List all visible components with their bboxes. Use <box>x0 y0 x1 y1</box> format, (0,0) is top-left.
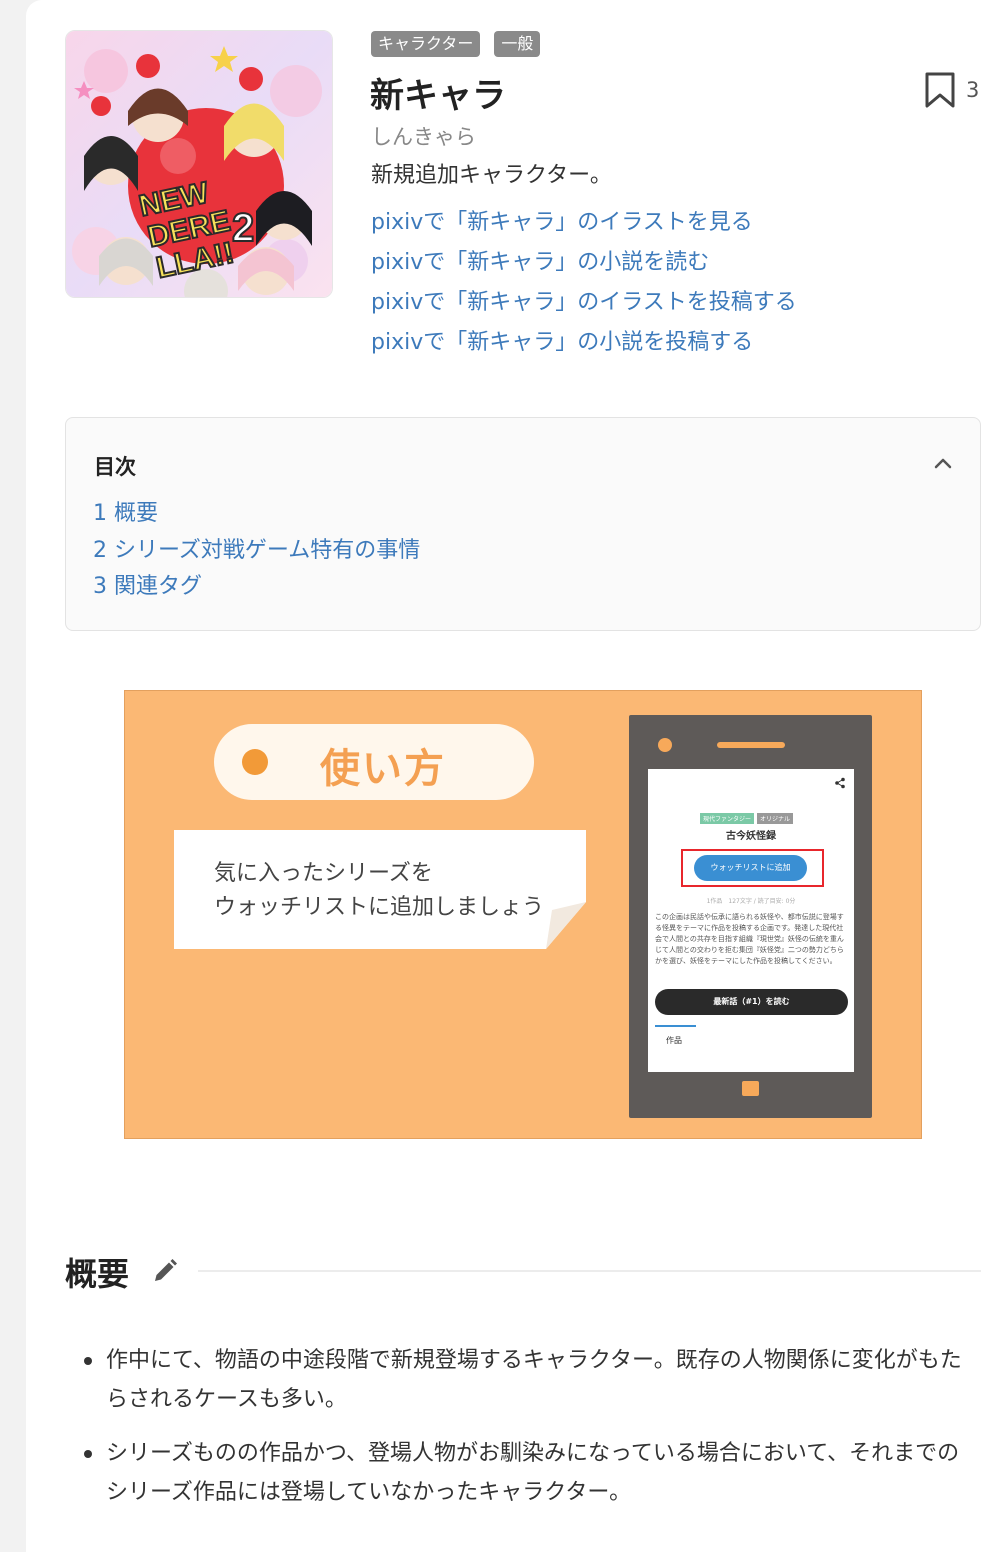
table-of-contents: 目次 1 概要 2 シリーズ対戦ゲーム特有の事情 3 関連タグ <box>65 417 981 631</box>
section-title-overview: 概要 <box>65 1255 130 1293</box>
share-icon <box>834 777 846 792</box>
how-to-banner[interactable]: 使い方 気に入ったシリーズを ウォッチリストに追加しましょう 現代ファンタジー … <box>124 690 922 1139</box>
article-page: NEW DERE LLA!! 2 キャラクター 一般 新キャラ しんきゃら 新規… <box>26 0 991 1552</box>
phone-meta: 1作品 127文字 / 読了目安: 0分 <box>706 898 796 905</box>
pencil-icon <box>155 1259 177 1281</box>
bookmark-button[interactable]: 3 <box>924 71 979 109</box>
phone-home-button <box>742 1081 759 1096</box>
phone-screen: 現代ファンタジー オリジナル 古今妖怪録 ウォッチリストに追加 1作品 127文… <box>648 769 854 1072</box>
toc-item-related-tags[interactable]: 3 関連タグ <box>93 569 420 606</box>
edit-section-button[interactable] <box>151 1257 179 1289</box>
link-post-illustration[interactable]: pixivで「新キャラ」のイラストを投稿する <box>371 283 797 323</box>
phone-mockup: 現代ファンタジー オリジナル 古今妖怪録 ウォッチリストに追加 1作品 127文… <box>629 715 872 1118</box>
list-item: 作中にて、物語の中途段階で新規登場するキャラクター。既存の人物関係に変化がもたら… <box>81 1341 971 1419</box>
phone-tab-underline <box>655 1025 696 1027</box>
phone-tags: 現代ファンタジー オリジナル <box>700 813 794 824</box>
bookmark-count: 3 <box>966 78 980 102</box>
instruction-card: 気に入ったシリーズを ウォッチリストに追加しましょう <box>174 830 586 949</box>
category-badges: キャラクター 一般 <box>371 31 541 57</box>
badge-character[interactable]: キャラクター <box>371 31 481 57</box>
title-reading: しんきゃら <box>371 125 476 149</box>
link-view-illustrations[interactable]: pixivで「新キャラ」のイラストを見る <box>371 203 797 243</box>
phone-works-tab: 作品 <box>666 1036 682 1045</box>
title-description: 新規追加キャラクター。 <box>371 163 612 188</box>
instruction-line-2: ウォッチリストに追加しましょう <box>214 895 545 920</box>
page-title: 新キャラ <box>370 76 506 116</box>
phone-watchlist-button: ウォッチリストに追加 <box>694 855 807 881</box>
toc-list: 1 概要 2 シリーズ対戦ゲーム特有の事情 3 関連タグ <box>93 496 420 606</box>
chevron-up-icon <box>934 458 952 469</box>
link-read-novels[interactable]: pixivで「新キャラ」の小説を読む <box>371 243 797 283</box>
badge-general[interactable]: 一般 <box>494 31 541 57</box>
instruction-line-1: 気に入ったシリーズを <box>214 861 433 886</box>
bookmark-icon <box>925 72 955 108</box>
toc-collapse-toggle[interactable] <box>934 454 952 473</box>
bullet-dot-icon <box>242 749 268 775</box>
overview-list: 作中にて、物語の中途段階で新規登場するキャラクター。既存の人物関係に変化がもたら… <box>81 1341 971 1527</box>
phone-read-latest-button: 最新話（#1）を読む <box>655 989 848 1015</box>
toc-item-overview[interactable]: 1 概要 <box>93 496 420 533</box>
phone-tag-genre: 現代ファンタジー <box>700 813 755 824</box>
instruction-text: 気に入ったシリーズを ウォッチリストに追加しましょう <box>214 857 544 925</box>
phone-series-title: 古今妖怪録 <box>726 831 776 842</box>
toc-title: 目次 <box>94 455 136 479</box>
thumbnail-image[interactable]: NEW DERE LLA!! 2 <box>65 30 333 298</box>
phone-camera <box>658 738 672 752</box>
thumbnail-art: NEW DERE LLA!! 2 <box>66 31 332 297</box>
section-divider <box>198 1270 981 1272</box>
pixiv-links: pixivで「新キャラ」のイラストを見る pixivで「新キャラ」の小説を読む … <box>371 203 797 363</box>
toc-item-series-game[interactable]: 2 シリーズ対戦ゲーム特有の事情 <box>93 533 420 570</box>
phone-description: この企画は民話や伝承に語られる妖怪や、都市伝説に登場する怪異をテーマに作品を投稿… <box>655 913 844 965</box>
list-item: シリーズものの作品かつ、登場人物がお馴染みになっている場合において、それまでのシ… <box>81 1434 971 1512</box>
svg-text:2: 2 <box>232 206 254 250</box>
link-post-novel[interactable]: pixivで「新キャラ」の小説を投稿する <box>371 323 797 363</box>
how-to-pill: 使い方 <box>214 724 534 800</box>
how-to-label: 使い方 <box>320 746 446 792</box>
phone-tag-original: オリジナル <box>757 813 794 824</box>
phone-speaker <box>717 742 785 748</box>
